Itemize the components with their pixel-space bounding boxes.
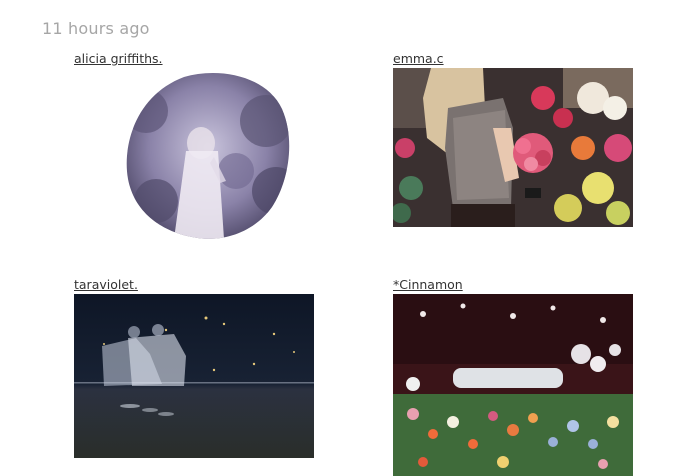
username-link-alicia[interactable]: alicia griffiths. [74,51,163,66]
post-image-dancers-night[interactable] [74,294,314,458]
username-link-cinnamon[interactable]: *Cinnamon [393,277,463,292]
post-image-wildflowers[interactable] [393,294,633,476]
post-timestamp: 11 hours ago [42,19,150,38]
post-image-girl-blob[interactable] [126,71,290,241]
post-image-girl-roses[interactable] [393,68,633,227]
username-link-emma[interactable]: emma.c [393,51,444,66]
username-link-taraviolet[interactable]: taraviolet. [74,277,138,292]
